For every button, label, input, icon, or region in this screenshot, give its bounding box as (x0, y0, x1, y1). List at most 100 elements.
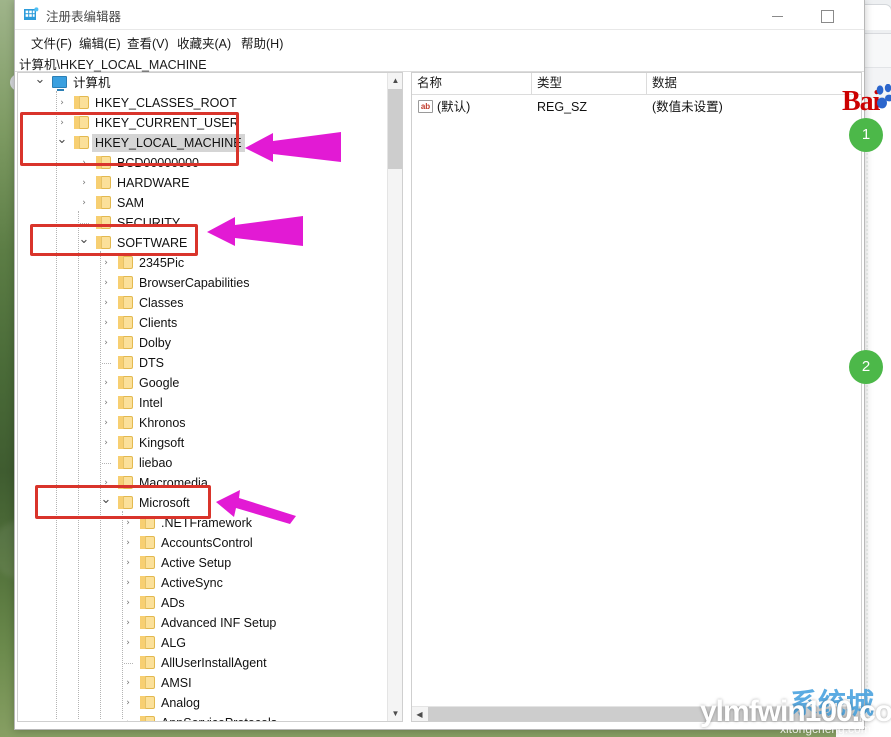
registry-tree[interactable]: ⌄ 计算机 › HKEY_CLASSES_ROOT › HKEY_CURRENT_USER… (18, 73, 389, 721)
tree-item-label: Clients (139, 316, 178, 330)
chevron-right-icon[interactable]: › (100, 293, 112, 313)
chevron-right-icon[interactable]: › (122, 713, 134, 721)
tree-item-alluserinstallagent[interactable]: AllUserInstallAgent (18, 653, 389, 673)
tree-item-hkey-classes-root[interactable]: › HKEY_CLASSES_ROOT (18, 93, 389, 113)
tree-item-hkey-current-user[interactable]: › HKEY_CURRENT_USER (18, 113, 389, 133)
tree-item-hardware[interactable]: › HARDWARE (18, 173, 389, 193)
tree-item-label: Dolby (139, 336, 171, 350)
string-value-icon: ab (418, 100, 433, 113)
tree-item-appserviceprotocols[interactable]: › AppServiceProtocols (18, 713, 389, 721)
chevron-right-icon[interactable]: › (122, 593, 134, 613)
tree-item-browsercapabilities[interactable]: › BrowserCapabilities (18, 273, 389, 293)
address-bar[interactable]: 计算机\HKEY_LOCAL_MACHINE (15, 52, 864, 72)
menu-favorites[interactable]: 收藏夹(A) (175, 33, 233, 52)
tree-item-khronos[interactable]: › Khronos (18, 413, 389, 433)
tree-item-software[interactable]: ⌄ SOFTWARE (18, 233, 389, 253)
tree-item-advanced-inf-setup[interactable]: › Advanced INF Setup (18, 613, 389, 633)
tree-item-label: SAM (117, 196, 145, 210)
chevron-right-icon[interactable]: › (100, 313, 112, 333)
chevron-right-icon[interactable]: › (100, 333, 112, 353)
column-name[interactable]: 名称 (412, 73, 532, 95)
column-data[interactable]: 数据 (647, 73, 861, 95)
tree-item-microsoft[interactable]: ⌄ Microsoft (18, 493, 389, 513)
scrollbar-thumb[interactable] (388, 89, 402, 169)
scrollbar-thumb[interactable] (428, 707, 860, 721)
tree-item-liebao[interactable]: liebao (18, 453, 389, 473)
tree-item-label: SOFTWARE (117, 236, 188, 250)
tree-item-bcd00000000[interactable]: › BCD00000000 (18, 153, 389, 173)
folder-icon (96, 216, 111, 229)
tree-item-dolby[interactable]: › Dolby (18, 333, 389, 353)
pane-splitter[interactable] (404, 72, 410, 722)
folder-icon (118, 416, 133, 429)
chevron-right-icon[interactable]: › (100, 473, 112, 493)
tree-item-netframework[interactable]: › .NETFramework (18, 513, 389, 533)
chevron-right-icon[interactable]: › (122, 533, 134, 553)
folder-icon (140, 576, 155, 589)
chevron-right-icon[interactable]: › (78, 173, 90, 193)
chevron-down-icon[interactable]: ⌄ (78, 233, 90, 253)
chevron-right-icon[interactable]: › (78, 153, 90, 173)
tree-item-classes[interactable]: › Classes (18, 293, 389, 313)
values-horizontal-scrollbar[interactable]: ◀ (412, 706, 861, 721)
tree-vertical-scrollbar[interactable]: ▲ ▼ (387, 73, 402, 721)
menu-view[interactable]: 查看(V) (125, 33, 171, 52)
chevron-right-icon[interactable]: › (56, 93, 68, 113)
chevron-right-icon[interactable]: › (122, 693, 134, 713)
chevron-right-icon[interactable]: › (100, 413, 112, 433)
tree-item-sam[interactable]: › SAM (18, 193, 389, 213)
column-type[interactable]: 类型 (532, 73, 647, 95)
tree-item-hkey-local-machine[interactable]: ⌄ HKEY_LOCAL_MACHINE (18, 133, 389, 153)
tree-item-clients[interactable]: › Clients (18, 313, 389, 333)
tree-item-google[interactable]: › Google (18, 373, 389, 393)
tree-item-macromedia[interactable]: › Macromedia (18, 473, 389, 493)
folder-icon (140, 676, 155, 689)
scroll-up-icon[interactable]: ▲ (388, 73, 402, 88)
chevron-right-icon[interactable]: › (122, 573, 134, 593)
tree-item-2345pic[interactable]: › 2345Pic (18, 253, 389, 273)
tree-guide-line (124, 663, 133, 664)
tree-item-accountscontrol[interactable]: › AccountsControl (18, 533, 389, 553)
tree-item-ads[interactable]: › ADs (18, 593, 389, 613)
folder-icon (140, 536, 155, 549)
chevron-right-icon[interactable]: › (56, 113, 68, 133)
chevron-right-icon[interactable]: › (122, 673, 134, 693)
tree-item-label: Advanced INF Setup (161, 616, 277, 630)
tree-item-alg[interactable]: › ALG (18, 633, 389, 653)
chevron-right-icon[interactable]: › (122, 553, 134, 573)
scroll-left-icon[interactable]: ◀ (412, 707, 427, 721)
chevron-right-icon[interactable]: › (100, 393, 112, 413)
minimize-button[interactable] (755, 0, 800, 30)
table-row[interactable]: ab (默认) REG_SZ (数值未设置) (412, 97, 861, 117)
chevron-right-icon[interactable]: › (122, 513, 134, 533)
tree-item-analog[interactable]: › Analog (18, 693, 389, 713)
chevron-down-icon[interactable]: ⌄ (34, 73, 46, 93)
tree-item-kingsoft[interactable]: › Kingsoft (18, 433, 389, 453)
chevron-right-icon[interactable]: › (78, 193, 90, 213)
tree-item-intel[interactable]: › Intel (18, 393, 389, 413)
chevron-right-icon[interactable]: › (100, 373, 112, 393)
tree-item-security[interactable]: SECURITY (18, 213, 389, 233)
folder-icon (96, 176, 111, 189)
tree-item-active-setup[interactable]: › Active Setup (18, 553, 389, 573)
tree-item-[interactable]: ⌄ 计算机 (18, 73, 389, 93)
chevron-down-icon[interactable]: ⌄ (100, 493, 112, 513)
menu-file[interactable]: 文件(F) (29, 33, 74, 52)
menu-edit[interactable]: 编辑(E) (77, 33, 123, 52)
chevron-right-icon[interactable]: › (100, 253, 112, 273)
chevron-right-icon[interactable]: › (100, 433, 112, 453)
chevron-right-icon[interactable]: › (122, 633, 134, 653)
chevron-down-icon[interactable]: ⌄ (56, 133, 68, 153)
tree-item-dts[interactable]: DTS (18, 353, 389, 373)
tree-item-label: HARDWARE (117, 176, 190, 190)
chevron-right-icon[interactable]: › (122, 613, 134, 633)
tree-item-activesync[interactable]: › ActiveSync (18, 573, 389, 593)
tree-item-amsi[interactable]: › AMSI (18, 673, 389, 693)
folder-icon (140, 636, 155, 649)
registry-values-pane[interactable]: 名称 类型 数据 ab (默认) REG_SZ (数值未设置) ◀ (411, 72, 862, 722)
registry-tree-pane[interactable]: ⌄ 计算机 › HKEY_CLASSES_ROOT › HKEY_CURRENT_USER… (17, 72, 403, 722)
scroll-down-icon[interactable]: ▼ (388, 706, 402, 721)
maximize-button[interactable] (805, 0, 850, 30)
chevron-right-icon[interactable]: › (100, 273, 112, 293)
menu-help[interactable]: 帮助(H) (239, 33, 285, 52)
